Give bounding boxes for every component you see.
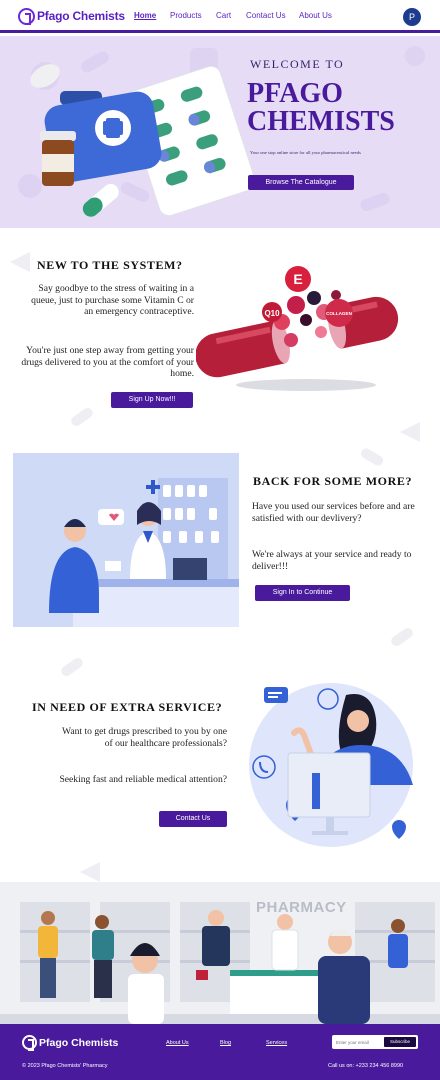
- section-back-title: BACK FOR SOME MORE?: [253, 474, 413, 488]
- user-avatar[interactable]: P: [403, 8, 421, 26]
- section-back-text-2: We're always at your service and ready t…: [252, 549, 412, 572]
- copyright: © 2023 Pfago Chemists' Pharmacy: [22, 1063, 108, 1069]
- footer-logo-text: Pfago Chemists: [39, 1036, 119, 1049]
- pharmacy-scene-icon: [0, 902, 440, 1024]
- nav-link-home[interactable]: Home: [134, 11, 156, 20]
- q10-label: Q10: [264, 309, 280, 318]
- vitamin-e-label: E: [293, 271, 302, 287]
- hero-title: PFAGO CHEMISTS: [247, 80, 437, 136]
- section-new-text-1: Say goodbye to the stress of waiting in …: [31, 283, 194, 317]
- nav-link-cart[interactable]: Cart: [216, 11, 231, 20]
- logo-mark-icon: [18, 7, 35, 25]
- medicine-bottle-icon: [40, 131, 76, 186]
- footer: Pfago Chemists About Us Blog Services Su…: [0, 1024, 440, 1080]
- browse-catalogue-button[interactable]: Browse The Catalogue: [248, 175, 354, 190]
- sign-in-button[interactable]: Sign In to Continue: [255, 585, 350, 601]
- footer-link-services[interactable]: Services: [266, 1040, 287, 1046]
- pharmacy-illustration: PHARMACY: [0, 882, 440, 1024]
- navbar: Pfago Chemists Home Products Cart Contac…: [0, 0, 440, 33]
- email-input[interactable]: [336, 1038, 384, 1046]
- section-extra-text-2: Seeking fast and reliable medical attent…: [59, 774, 227, 785]
- hero-title-line-2: CHEMISTS: [247, 106, 395, 137]
- nav-link-products[interactable]: Products: [170, 11, 202, 20]
- logo[interactable]: Pfago Chemists: [18, 7, 125, 25]
- pharmacist-illustration: [13, 453, 239, 627]
- subscribe-button[interactable]: Subscribe: [384, 1037, 416, 1047]
- hero-welcome: WELCOME TO: [250, 57, 345, 71]
- contact-us-button[interactable]: Contact Us: [159, 811, 227, 827]
- pharmacy-sign: PHARMACY: [256, 899, 347, 916]
- footer-link-about-us[interactable]: About Us: [166, 1040, 189, 1046]
- footer-link-blog[interactable]: Blog: [220, 1040, 231, 1046]
- logo-text: Pfago Chemists: [37, 9, 125, 23]
- section-back-text-1: Have you used our services before and ar…: [252, 501, 415, 524]
- hero-section: WELCOME TO PFAGO CHEMISTS Your one stop …: [0, 36, 440, 228]
- location-pin-small-icon: [392, 820, 406, 839]
- vitamin-capsule-illustration: E Q10 COLLAGEN: [196, 266, 399, 391]
- hero-title-line-1: PFAGO: [247, 78, 343, 109]
- nav-link-about-us[interactable]: About Us: [299, 11, 332, 20]
- sign-up-button[interactable]: Sign Up Now!!!: [111, 392, 193, 408]
- newsletter-form: Subscribe: [332, 1035, 418, 1049]
- footer-logo-mark-icon: [22, 1035, 37, 1051]
- footer-logo[interactable]: Pfago Chemists: [22, 1035, 119, 1051]
- support-agent-illustration: [249, 683, 413, 847]
- section-extra-title: IN NEED OF EXTRA SERVICE?: [32, 700, 223, 714]
- pharmacist-counter-icon: [49, 478, 239, 627]
- page: Pfago Chemists Home Products Cart Contac…: [0, 0, 440, 1080]
- capsule-icon: [82, 184, 119, 217]
- section-new-title: NEW TO THE SYSTEM?: [37, 258, 183, 272]
- collagen-label: COLLAGEN: [326, 311, 352, 316]
- call-us: Call us on: +233 234 456 8990: [328, 1063, 404, 1069]
- section-extra-text-1: Want to get drugs prescribed to you by o…: [62, 726, 227, 749]
- chat-bubble-icon: [264, 687, 288, 703]
- section-new-text-2: You're just one step away from getting y…: [21, 345, 194, 379]
- nav-link-contact-us[interactable]: Contact Us: [246, 11, 286, 20]
- hero-tagline: Your one stop online store for all your …: [250, 150, 361, 155]
